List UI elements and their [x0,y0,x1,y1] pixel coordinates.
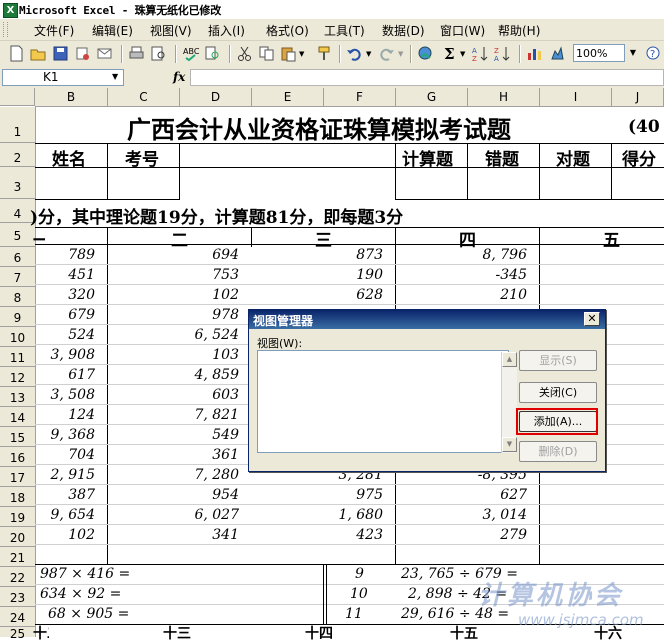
cell-value[interactable]: 8, 796 [482,247,527,265]
show-view-button[interactable]: 显示(S) [519,350,597,371]
watermark-text: 计算机协会 [478,581,624,611]
delete-view-button[interactable]: 删除(D) [519,441,597,462]
cell-value[interactable]: 975 [356,487,383,505]
problem-number: 9 [355,566,364,582]
cell-value[interactable]: 679 [68,307,95,325]
problem-row-22-left: 987 × 416 = [40,566,131,582]
cell-value[interactable]: 190 [356,267,383,285]
cell-value[interactable]: 6, 524 [194,327,239,345]
watermark-url: www.jsjmca.com [518,611,644,629]
cell-value[interactable]: 9, 654 [50,507,95,525]
cell-value[interactable]: 103 [212,347,239,365]
highlight-annotation [516,408,598,435]
problem-number: 11 [345,606,363,622]
cell-value[interactable]: 102 [68,527,95,545]
cell-value[interactable]: 3, 014 [482,507,527,525]
label-name: 姓名 [52,150,86,170]
label-id: 考号 [125,150,159,170]
problem-number: 10 [350,586,368,602]
instructions-text: )分，其中理论题19分，计算题81分，即每题3分 [30,208,404,228]
label-score: 得分 [622,150,656,170]
dialog-close-button[interactable]: ✕ [584,312,600,326]
views-list-label: 视图(W): [257,337,303,350]
cell-value[interactable]: 978 [212,307,239,325]
cell-value[interactable]: 3, 508 [50,387,95,405]
cell-value[interactable]: 279 [500,527,527,545]
cell-value[interactable]: 423 [356,527,383,545]
cell-value[interactable]: 2, 915 [50,467,95,485]
cell-value[interactable]: 603 [212,387,239,405]
views-listbox[interactable]: ▲ ▼ [257,350,517,453]
section-label: 三 [315,231,332,251]
cell-value[interactable]: 694 [212,247,239,265]
section-label: 二 [171,231,188,251]
cell-value[interactable]: 524 [68,327,95,345]
cell-value[interactable]: 210 [500,287,527,305]
site-watermark: 计算机协会 www.jsjmca.com [478,571,664,637]
cell-value[interactable]: 6, 027 [194,507,239,525]
sheet-title: 广西会计从业资格证珠算模拟考试题 [127,115,511,144]
cell-value[interactable]: 9, 368 [50,427,95,445]
cell-value[interactable]: 628 [356,287,383,305]
cell-value[interactable]: 789 [68,247,95,265]
section-label: 十二 [33,626,49,642]
section-label: 十三 [163,626,191,642]
sheet-title-suffix: (40 [628,117,660,137]
section-label: 十四 [305,626,333,642]
problem-row-23-left: 634 × 92 = [40,586,122,602]
dialog-title: 视图管理器 [253,314,314,328]
scroll-down-icon[interactable]: ▼ [502,437,517,452]
problem-row-24-left: 68 × 905 = [48,606,130,622]
cell-value[interactable]: 124 [68,407,95,425]
cell-value[interactable]: 704 [68,447,95,465]
section-label: 四 [459,231,476,251]
dialog-title-bar[interactable]: 视图管理器 ✕ [249,310,605,329]
section-label: 一 [33,231,45,251]
cell-value[interactable]: 320 [68,287,95,305]
views-list-scrollbar[interactable]: ▲ ▼ [501,352,517,453]
cell-value[interactable]: 341 [212,527,239,545]
cell-value[interactable]: 1, 680 [338,507,383,525]
cell-value[interactable]: 7, 280 [194,467,239,485]
cell-value[interactable]: 753 [212,267,239,285]
label-right: 对题 [556,150,590,170]
label-wrong: 错题 [485,150,519,170]
cell-value[interactable]: 4, 859 [194,367,239,385]
cell-value[interactable]: 627 [500,487,527,505]
cell-value[interactable]: 873 [356,247,383,265]
cell-value[interactable]: 617 [68,367,95,385]
cell-value[interactable]: 3, 908 [50,347,95,365]
view-manager-dialog: 视图管理器 ✕ 视图(W): ▲ ▼ 显示(S) 关闭(C) 添加(A)... … [248,309,606,472]
cell-value[interactable]: 387 [68,487,95,505]
close-button[interactable]: 关闭(C) [519,382,597,403]
cell-value[interactable]: 954 [212,487,239,505]
scroll-up-icon[interactable]: ▲ [502,352,517,367]
cell-value[interactable]: -345 [496,267,527,285]
cell-value[interactable]: 361 [212,447,239,465]
cell-value[interactable]: 549 [212,427,239,445]
cell-value[interactable]: 7, 821 [194,407,239,425]
cell-value[interactable]: 102 [212,287,239,305]
section-label: 十五 [450,626,478,642]
label-calc: 计算题 [402,150,453,170]
section-label: 五 [603,231,620,251]
cell-value[interactable]: 451 [68,267,95,285]
